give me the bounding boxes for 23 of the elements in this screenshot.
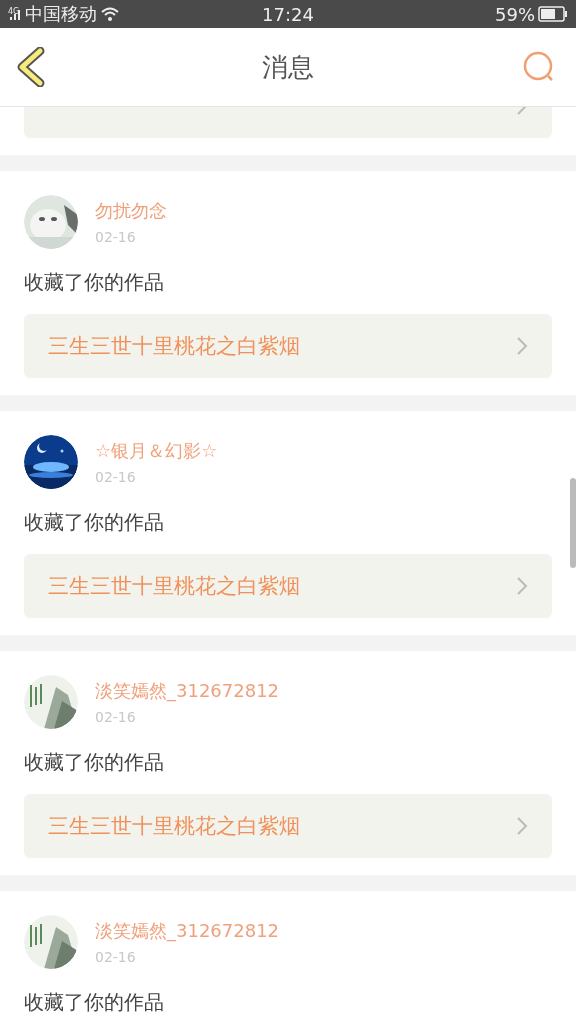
message-text: 收藏了你的作品 — [24, 989, 165, 1016]
battery-percent: 59% — [495, 3, 535, 25]
battery-icon — [538, 6, 568, 22]
user-name[interactable]: 勿扰勿念 — [95, 199, 167, 223]
message-text: 收藏了你的作品 — [24, 509, 165, 536]
work-link[interactable]: 三生三世十里桃花之白紫烟 — [24, 794, 552, 858]
user-name[interactable]: 淡笑嫣然_312672812 — [95, 679, 280, 703]
user-name[interactable]: ☆银月＆幻影☆ — [95, 439, 218, 463]
scrollbar[interactable] — [570, 478, 576, 568]
chevron-icon — [516, 336, 528, 356]
page-title: 消息 — [262, 50, 314, 84]
work-link[interactable]: 三生三世十里桃花之白紫烟 — [24, 554, 552, 618]
wifi-icon — [100, 6, 121, 22]
user-name[interactable]: 淡笑嫣然_312672812 — [95, 919, 280, 943]
chevron-icon — [516, 576, 528, 596]
work-link[interactable]: 三生三世十里桃花之白紫烟 — [24, 314, 552, 378]
back-icon[interactable] — [16, 47, 46, 87]
signal-icon — [10, 7, 23, 21]
message-text: 收藏了你的作品 — [24, 749, 165, 776]
message-text: 收藏了你的作品 — [24, 269, 165, 296]
clock: 17:24 — [262, 3, 314, 25]
chevron-icon — [516, 816, 528, 836]
carrier-name: 中国移动 — [25, 2, 98, 26]
